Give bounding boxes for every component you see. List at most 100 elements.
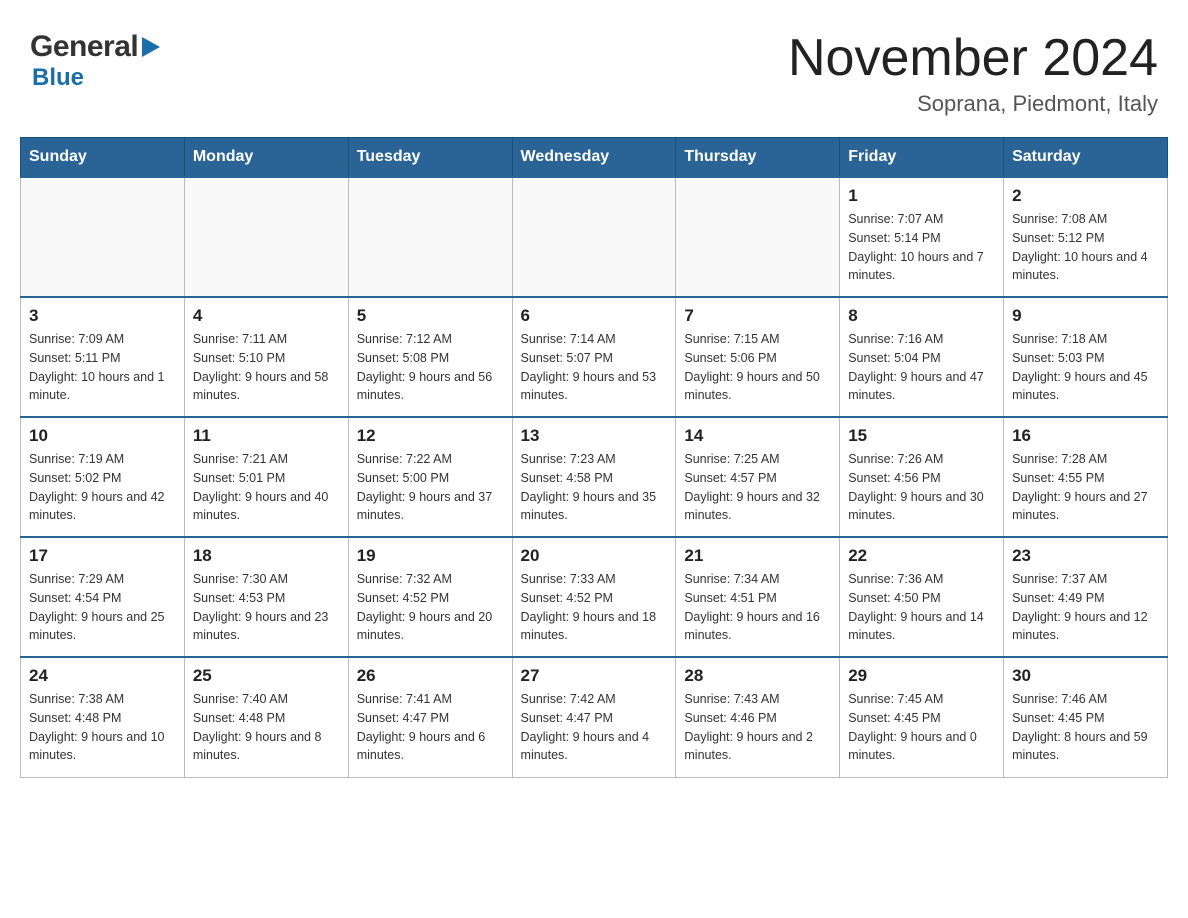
weekday-header: Tuesday bbox=[348, 138, 512, 178]
day-number: 6 bbox=[521, 306, 668, 326]
day-info: Sunrise: 7:28 AMSunset: 4:55 PMDaylight:… bbox=[1012, 450, 1159, 525]
weekday-header: Saturday bbox=[1004, 138, 1168, 178]
day-number: 19 bbox=[357, 546, 504, 566]
calendar-cell bbox=[676, 177, 840, 297]
weekday-header: Thursday bbox=[676, 138, 840, 178]
calendar-cell: 25 Sunrise: 7:40 AMSunset: 4:48 PMDayligh… bbox=[184, 657, 348, 777]
day-info: Sunrise: 7:19 AMSunset: 5:02 PMDaylight:… bbox=[29, 450, 176, 525]
day-info: Sunrise: 7:29 AMSunset: 4:54 PMDaylight:… bbox=[29, 570, 176, 645]
page-header: General Blue November 2024 Soprana, Pied… bbox=[20, 20, 1168, 117]
calendar-cell: 24 Sunrise: 7:38 AMSunset: 4:48 PMDayligh… bbox=[21, 657, 185, 777]
calendar-cell: 21 Sunrise: 7:34 AMSunset: 4:51 PMDayligh… bbox=[676, 537, 840, 657]
day-number: 13 bbox=[521, 426, 668, 446]
week-row: 24 Sunrise: 7:38 AMSunset: 4:48 PMDayligh… bbox=[21, 657, 1168, 777]
day-number: 17 bbox=[29, 546, 176, 566]
week-row: 10Sunrise: 7:19 AMSunset: 5:02 PMDayligh… bbox=[21, 417, 1168, 537]
calendar-cell: 7 Sunrise: 7:15 AMSunset: 5:06 PMDaylight… bbox=[676, 297, 840, 417]
week-row: 3 Sunrise: 7:09 AMSunset: 5:11 PMDaylight… bbox=[21, 297, 1168, 417]
calendar-cell: 6 Sunrise: 7:14 AMSunset: 5:07 PMDaylight… bbox=[512, 297, 676, 417]
day-number: 12 bbox=[357, 426, 504, 446]
calendar-cell: 10Sunrise: 7:19 AMSunset: 5:02 PMDayligh… bbox=[21, 417, 185, 537]
day-number: 18 bbox=[193, 546, 340, 566]
weekday-header: Monday bbox=[184, 138, 348, 178]
calendar-cell: 1Sunrise: 7:07 AMSunset: 5:14 PMDaylight… bbox=[840, 177, 1004, 297]
day-info: Sunrise: 7:09 AMSunset: 5:11 PMDaylight:… bbox=[29, 330, 176, 405]
day-number: 21 bbox=[684, 546, 831, 566]
calendar-cell: 16 Sunrise: 7:28 AMSunset: 4:55 PMDayligh… bbox=[1004, 417, 1168, 537]
calendar-cell: 14 Sunrise: 7:25 AMSunset: 4:57 PMDayligh… bbox=[676, 417, 840, 537]
day-info: Sunrise: 7:11 AMSunset: 5:10 PMDaylight:… bbox=[193, 330, 340, 405]
day-number: 7 bbox=[684, 306, 831, 326]
day-number: 15 bbox=[848, 426, 995, 446]
calendar-cell: 3 Sunrise: 7:09 AMSunset: 5:11 PMDaylight… bbox=[21, 297, 185, 417]
day-info: Sunrise: 7:21 AMSunset: 5:01 PMDaylight:… bbox=[193, 450, 340, 525]
day-info: Sunrise: 7:12 AMSunset: 5:08 PMDaylight:… bbox=[357, 330, 504, 405]
day-number: 2 bbox=[1012, 186, 1159, 206]
weekday-header-row: SundayMondayTuesdayWednesdayThursdayFrid… bbox=[21, 138, 1168, 178]
day-number: 16 bbox=[1012, 426, 1159, 446]
day-info: Sunrise: 7:46 AMSunset: 4:45 PMDaylight:… bbox=[1012, 690, 1159, 765]
calendar-cell: 26 Sunrise: 7:41 AMSunset: 4:47 PMDayligh… bbox=[348, 657, 512, 777]
calendar-cell: 23Sunrise: 7:37 AMSunset: 4:49 PMDayligh… bbox=[1004, 537, 1168, 657]
day-number: 29 bbox=[848, 666, 995, 686]
calendar-cell: 17 Sunrise: 7:29 AMSunset: 4:54 PMDayligh… bbox=[21, 537, 185, 657]
logo-triangle-icon bbox=[142, 37, 160, 57]
calendar-cell: 27Sunrise: 7:42 AMSunset: 4:47 PMDayligh… bbox=[512, 657, 676, 777]
calendar-cell: 18 Sunrise: 7:30 AMSunset: 4:53 PMDayligh… bbox=[184, 537, 348, 657]
calendar-cell bbox=[184, 177, 348, 297]
logo: General Blue bbox=[30, 30, 160, 92]
day-info: Sunrise: 7:15 AMSunset: 5:06 PMDaylight:… bbox=[684, 330, 831, 405]
calendar-cell: 2 Sunrise: 7:08 AMSunset: 5:12 PMDaylight… bbox=[1004, 177, 1168, 297]
weekday-header: Friday bbox=[840, 138, 1004, 178]
calendar-cell: 9Sunrise: 7:18 AMSunset: 5:03 PMDaylight… bbox=[1004, 297, 1168, 417]
day-info: Sunrise: 7:22 AMSunset: 5:00 PMDaylight:… bbox=[357, 450, 504, 525]
day-number: 25 bbox=[193, 666, 340, 686]
day-info: Sunrise: 7:38 AMSunset: 4:48 PMDaylight:… bbox=[29, 690, 176, 765]
calendar-cell bbox=[512, 177, 676, 297]
day-info: Sunrise: 7:40 AMSunset: 4:48 PMDaylight:… bbox=[193, 690, 340, 765]
weekday-header: Sunday bbox=[21, 138, 185, 178]
day-info: Sunrise: 7:26 AMSunset: 4:56 PMDaylight:… bbox=[848, 450, 995, 525]
day-info: Sunrise: 7:07 AMSunset: 5:14 PMDaylight:… bbox=[848, 210, 995, 285]
day-number: 27 bbox=[521, 666, 668, 686]
calendar-cell: 8Sunrise: 7:16 AMSunset: 5:04 PMDaylight… bbox=[840, 297, 1004, 417]
day-info: Sunrise: 7:25 AMSunset: 4:57 PMDaylight:… bbox=[684, 450, 831, 525]
day-info: Sunrise: 7:08 AMSunset: 5:12 PMDaylight:… bbox=[1012, 210, 1159, 285]
day-info: Sunrise: 7:33 AMSunset: 4:52 PMDaylight:… bbox=[521, 570, 668, 645]
logo-blue-text: Blue bbox=[32, 64, 84, 91]
day-info: Sunrise: 7:41 AMSunset: 4:47 PMDaylight:… bbox=[357, 690, 504, 765]
day-number: 3 bbox=[29, 306, 176, 326]
day-info: Sunrise: 7:16 AMSunset: 5:04 PMDaylight:… bbox=[848, 330, 995, 405]
calendar-cell bbox=[348, 177, 512, 297]
week-row: 1Sunrise: 7:07 AMSunset: 5:14 PMDaylight… bbox=[21, 177, 1168, 297]
day-number: 28 bbox=[684, 666, 831, 686]
calendar-cell: 15 Sunrise: 7:26 AMSunset: 4:56 PMDayligh… bbox=[840, 417, 1004, 537]
calendar-cell: 19 Sunrise: 7:32 AMSunset: 4:52 PMDayligh… bbox=[348, 537, 512, 657]
calendar-cell: 29Sunrise: 7:45 AMSunset: 4:45 PMDayligh… bbox=[840, 657, 1004, 777]
day-info: Sunrise: 7:30 AMSunset: 4:53 PMDaylight:… bbox=[193, 570, 340, 645]
day-info: Sunrise: 7:32 AMSunset: 4:52 PMDaylight:… bbox=[357, 570, 504, 645]
logo-general-text: General bbox=[30, 30, 138, 64]
calendar-cell: 13 Sunrise: 7:23 AMSunset: 4:58 PMDayligh… bbox=[512, 417, 676, 537]
day-number: 24 bbox=[29, 666, 176, 686]
week-row: 17 Sunrise: 7:29 AMSunset: 4:54 PMDayligh… bbox=[21, 537, 1168, 657]
calendar-cell: 4Sunrise: 7:11 AMSunset: 5:10 PMDaylight… bbox=[184, 297, 348, 417]
weekday-header: Wednesday bbox=[512, 138, 676, 178]
calendar-cell: 5 Sunrise: 7:12 AMSunset: 5:08 PMDaylight… bbox=[348, 297, 512, 417]
calendar-cell: 30 Sunrise: 7:46 AMSunset: 4:45 PMDayligh… bbox=[1004, 657, 1168, 777]
title-area: November 2024 Soprana, Piedmont, Italy bbox=[788, 30, 1158, 117]
day-info: Sunrise: 7:34 AMSunset: 4:51 PMDaylight:… bbox=[684, 570, 831, 645]
calendar-cell: 20 Sunrise: 7:33 AMSunset: 4:52 PMDayligh… bbox=[512, 537, 676, 657]
day-number: 30 bbox=[1012, 666, 1159, 686]
day-number: 20 bbox=[521, 546, 668, 566]
day-number: 14 bbox=[684, 426, 831, 446]
calendar-cell bbox=[21, 177, 185, 297]
day-number: 5 bbox=[357, 306, 504, 326]
calendar-table: SundayMondayTuesdayWednesdayThursdayFrid… bbox=[20, 137, 1168, 778]
day-info: Sunrise: 7:23 AMSunset: 4:58 PMDaylight:… bbox=[521, 450, 668, 525]
day-number: 26 bbox=[357, 666, 504, 686]
location-title: Soprana, Piedmont, Italy bbox=[788, 91, 1158, 117]
day-number: 22 bbox=[848, 546, 995, 566]
day-info: Sunrise: 7:43 AMSunset: 4:46 PMDaylight:… bbox=[684, 690, 831, 765]
day-info: Sunrise: 7:14 AMSunset: 5:07 PMDaylight:… bbox=[521, 330, 668, 405]
